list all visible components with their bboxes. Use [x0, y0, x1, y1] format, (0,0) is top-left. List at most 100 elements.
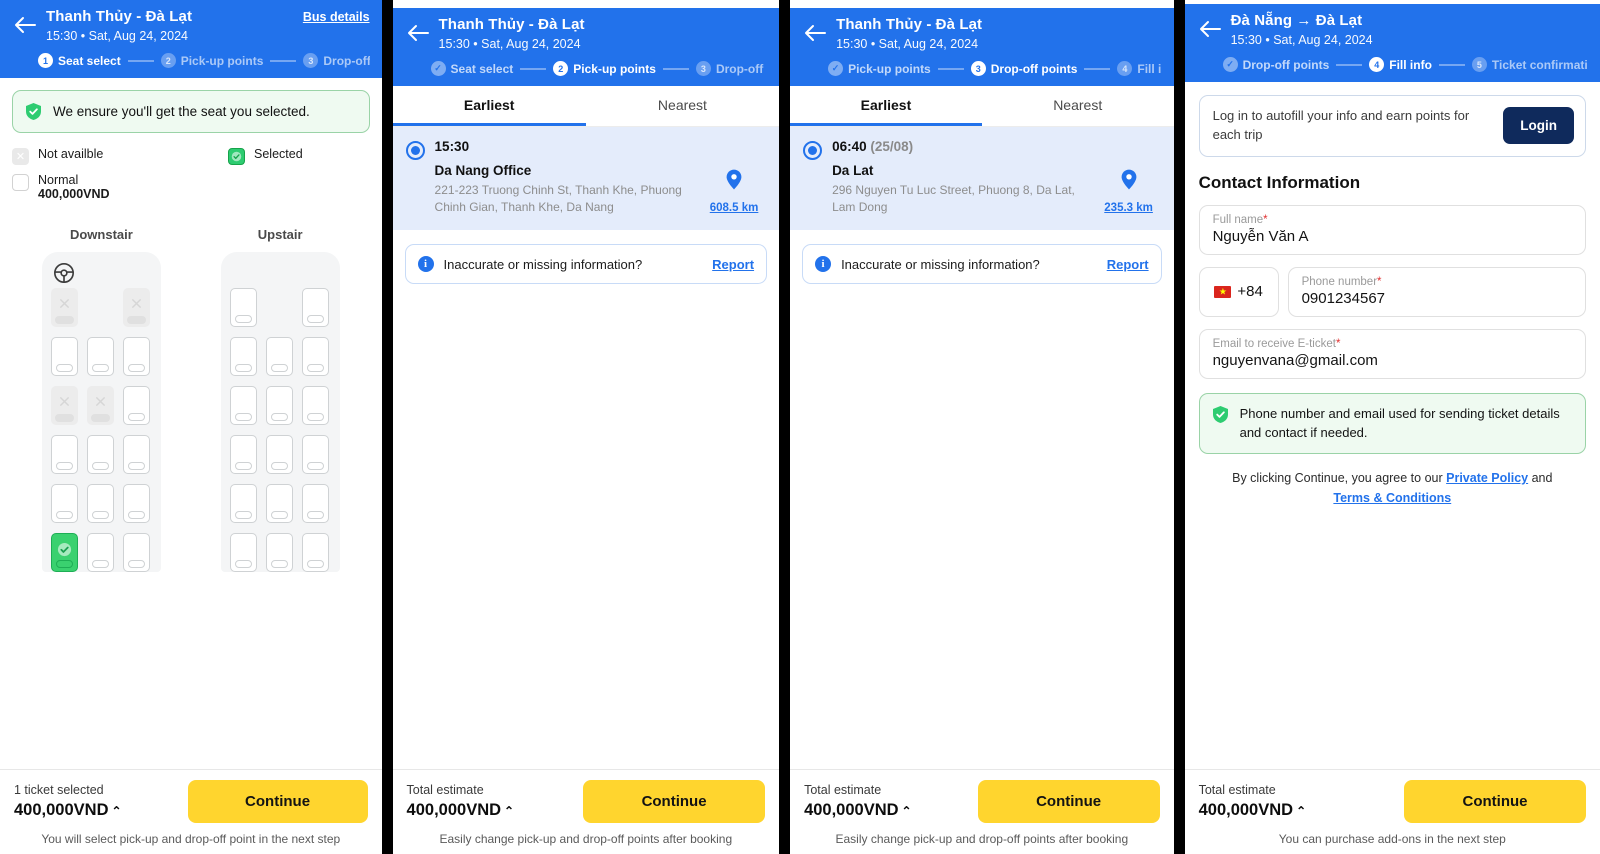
seat-cushion: [91, 462, 109, 470]
point-distance[interactable]: 608.5 km: [710, 202, 759, 214]
seat-normal[interactable]: [122, 533, 150, 572]
step-seat-select[interactable]: ✓ Seat select: [430, 61, 514, 76]
seat-cushion: [127, 413, 145, 421]
report-link[interactable]: Report: [712, 257, 754, 272]
step-label: Drop-off points: [715, 61, 767, 76]
back-button[interactable]: [1195, 14, 1225, 44]
chevron-up-icon[interactable]: ⌃: [111, 804, 121, 818]
seat-normal[interactable]: [229, 484, 257, 523]
seat-cushion: [55, 462, 73, 470]
seat-normal[interactable]: [229, 435, 257, 474]
seat-normal[interactable]: [301, 288, 329, 327]
screenshot-board: Thanh Thủy - Đà Lạt 15:30 • Sat, Aug 24,…: [0, 0, 1600, 854]
seat-normal[interactable]: [122, 435, 150, 474]
sort-tabs-pickup: Earliest Nearest: [392, 86, 780, 127]
continue-button[interactable]: Continue: [977, 780, 1160, 823]
step-fill-info[interactable]: 4 Fill info: [1369, 57, 1432, 72]
seat-normal[interactable]: [265, 435, 293, 474]
pickup-point-option[interactable]: 15:30 Da Nang Office 221-223 Truong Chin…: [392, 127, 780, 231]
step-ticket-confirmation[interactable]: 5 Ticket confirmation: [1471, 57, 1588, 72]
radio-selected-icon[interactable]: [405, 141, 425, 160]
total-price[interactable]: 400,000VND ⌃: [407, 800, 515, 821]
country-code-selector[interactable]: ★ +84: [1198, 266, 1279, 317]
point-name: Da Nang Office: [434, 163, 532, 178]
seat-normal[interactable]: [122, 484, 150, 523]
step-pickup-points[interactable]: 2 Pick-up points: [553, 61, 656, 76]
continue-button[interactable]: Continue: [187, 780, 368, 823]
seat-normal[interactable]: [229, 533, 257, 572]
trip-datetime: 15:30 • Sat, Aug 24, 2024: [1230, 33, 1373, 47]
step-dropoff-points[interactable]: 3 Drop-off points: [695, 61, 767, 76]
map-pin-icon[interactable]: [703, 169, 765, 195]
legend-label: Normal: [38, 173, 79, 187]
step-dropoff-points[interactable]: 3 Drop-off points: [303, 53, 370, 68]
total-price[interactable]: 400,000VND ⌃: [14, 800, 122, 821]
tab-earliest[interactable]: Earliest: [392, 86, 586, 126]
seat-normal[interactable]: [50, 337, 78, 376]
deck-downstair-seats: [50, 288, 152, 572]
seat-normal[interactable]: [86, 533, 114, 572]
dropoff-point-option[interactable]: 06:40 (25/08) Da Lat 296 Nguyen Tu Luc S…: [790, 127, 1174, 231]
seat-normal[interactable]: [301, 337, 329, 376]
tab-earliest[interactable]: Earliest: [790, 86, 982, 126]
continue-button[interactable]: Continue: [1404, 780, 1586, 823]
chevron-up-icon[interactable]: ⌃: [504, 804, 514, 818]
seat-normal[interactable]: [86, 484, 114, 523]
total-price[interactable]: 400,000VND ⌃: [1199, 800, 1307, 821]
seat-normal[interactable]: [229, 337, 257, 376]
bus-details-link[interactable]: Bus details: [303, 10, 370, 24]
seat-normal[interactable]: [50, 435, 78, 474]
chevron-up-icon[interactable]: ⌃: [902, 804, 912, 818]
step-pickup-points[interactable]: ✓ Pick-up points: [828, 61, 931, 76]
step-dropoff-points[interactable]: 3 Drop-off points: [970, 61, 1077, 76]
radio-selected-icon[interactable]: [803, 141, 823, 160]
seat-normal[interactable]: [301, 484, 329, 523]
arrow-left-icon: [804, 24, 827, 42]
step-fill-info[interactable]: 4 Fill info: [1117, 61, 1162, 76]
seat-normal[interactable]: [229, 288, 257, 327]
email-field[interactable]: Email to receive E-ticket* nguyenvana@gm…: [1198, 328, 1586, 379]
seat-normal[interactable]: [229, 386, 257, 425]
policy-prefix: By clicking Continue, you agree to our: [1232, 471, 1447, 486]
seat-normal[interactable]: [301, 435, 329, 474]
seat-sel[interactable]: [50, 533, 78, 572]
back-button[interactable]: [10, 10, 40, 40]
seat-cushion: [91, 560, 109, 568]
point-distance[interactable]: 235.3 km: [1104, 202, 1153, 214]
phone-number-field[interactable]: Phone number* 0901234567: [1287, 266, 1586, 317]
seat-normal[interactable]: [265, 386, 293, 425]
seat-normal[interactable]: [301, 386, 329, 425]
step-seat-select[interactable]: 1 Seat select: [38, 53, 121, 68]
report-link[interactable]: Report: [1107, 257, 1149, 272]
continue-button[interactable]: Continue: [583, 780, 766, 823]
back-button[interactable]: [800, 18, 830, 48]
header-dropoff-points: Thanh Thủy - Đà Lạt 15:30 • Sat, Aug 24,…: [790, 8, 1174, 86]
page-title: Thanh Thủy - Đà Lạt: [438, 16, 585, 33]
price-value: 400,000VND: [804, 800, 899, 819]
chevron-up-icon[interactable]: ⌃: [1296, 804, 1306, 818]
step-connector: [127, 59, 154, 62]
seat-normal[interactable]: [50, 484, 78, 523]
seat-normal[interactable]: [122, 386, 150, 425]
total-price[interactable]: 400,000VND ⌃: [804, 800, 912, 821]
terms-conditions-link[interactable]: Terms & Conditions: [1333, 491, 1451, 505]
step-pickup-points[interactable]: 2 Pick-up points: [160, 53, 263, 68]
tab-nearest[interactable]: Nearest: [586, 86, 779, 126]
tab-nearest[interactable]: Nearest: [982, 86, 1174, 126]
private-policy-link[interactable]: Private Policy: [1446, 471, 1528, 485]
seat-normal[interactable]: [301, 533, 329, 572]
step-badge: 3: [303, 53, 319, 68]
login-button[interactable]: Login: [1503, 107, 1574, 145]
map-pin-icon[interactable]: [1098, 169, 1160, 195]
step-label: Seat select: [450, 61, 514, 76]
seat-normal[interactable]: [86, 435, 114, 474]
seat-normal[interactable]: [265, 484, 293, 523]
seat-normal[interactable]: [265, 533, 293, 572]
seat-normal[interactable]: [86, 337, 114, 376]
back-button[interactable]: [403, 18, 433, 48]
seat-normal[interactable]: [265, 337, 293, 376]
full-name-field[interactable]: Full name* Nguyễn Văn A: [1198, 204, 1586, 255]
step-dropoff-points[interactable]: ✓ Drop-off points: [1222, 57, 1329, 72]
seat-normal[interactable]: [122, 337, 150, 376]
info-icon: i: [417, 256, 434, 273]
